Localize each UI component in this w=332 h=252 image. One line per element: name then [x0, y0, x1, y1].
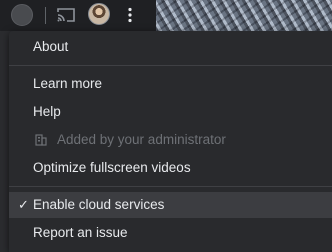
menu-item-admin-notice: Added by your administrator	[9, 127, 332, 153]
menu-divider	[9, 65, 332, 66]
menu-item-learn-more[interactable]: Learn more	[9, 71, 332, 97]
kebab-menu-icon[interactable]	[127, 7, 133, 23]
cast-icon[interactable]	[56, 6, 76, 24]
toolbar-divider	[45, 7, 46, 24]
menu-item-optimize-fullscreen[interactable]: Optimize fullscreen videos	[9, 155, 332, 181]
screen: About Learn more Help Added by your admi…	[0, 0, 332, 252]
enable-cloud-label: Enable cloud services	[33, 197, 165, 212]
checkmark-icon: ✓	[18, 197, 29, 212]
menu-item-enable-cloud[interactable]: ✓ Enable cloud services	[9, 192, 332, 218]
building-icon	[35, 134, 47, 146]
menu-divider	[9, 186, 332, 187]
menu-item-about[interactable]: About	[9, 34, 332, 60]
admin-notice-label: Added by your administrator	[57, 132, 226, 147]
menu-item-report-issue[interactable]: Report an issue	[9, 220, 332, 246]
cast-dropdown-menu: About Learn more Help Added by your admi…	[9, 31, 332, 252]
extension-icon[interactable]	[11, 4, 33, 26]
profile-avatar[interactable]	[88, 3, 110, 25]
menu-item-help[interactable]: Help	[9, 99, 332, 125]
